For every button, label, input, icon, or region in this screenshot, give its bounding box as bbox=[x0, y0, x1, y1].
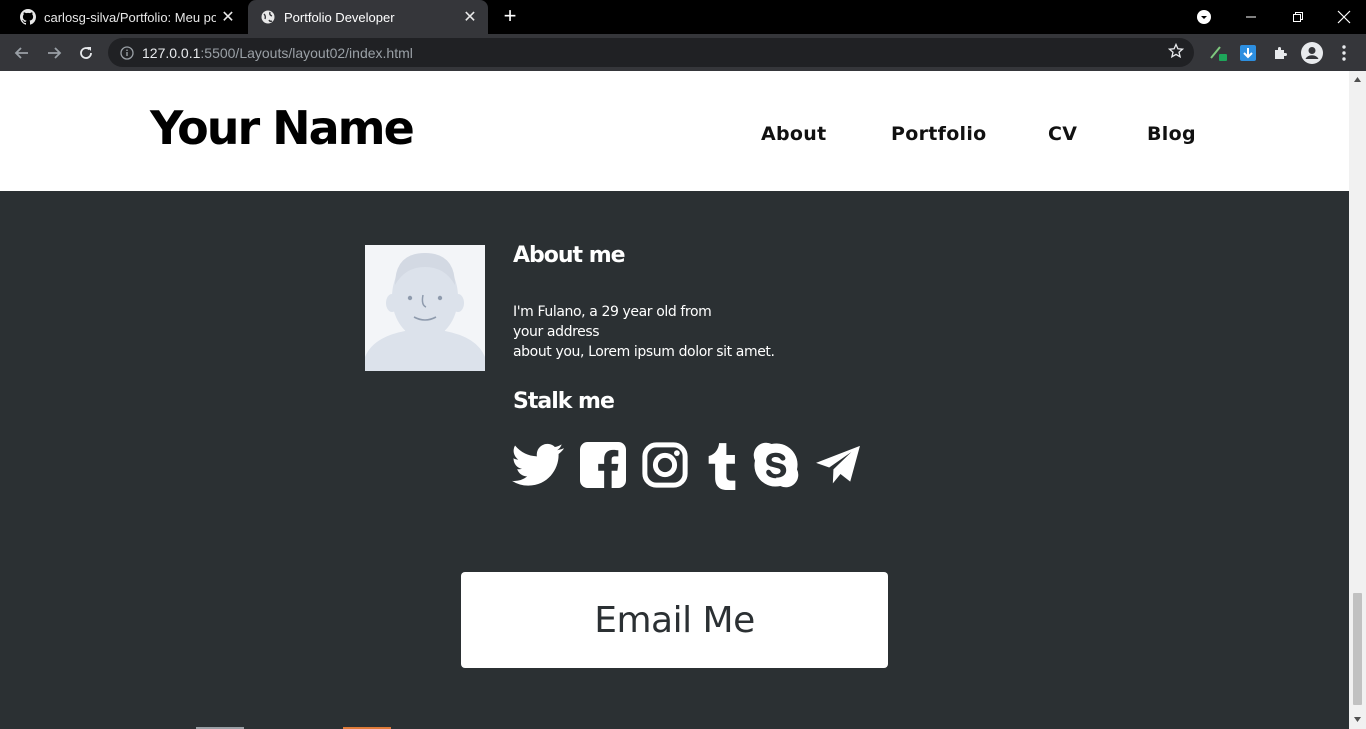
bookmark-star-icon[interactable] bbox=[1167, 42, 1185, 62]
profile-avatar-icon[interactable] bbox=[1300, 41, 1324, 65]
tab-portfolio-developer[interactable]: Portfolio Developer ✕ bbox=[248, 0, 488, 34]
profile-avatar-image bbox=[365, 245, 485, 371]
github-icon bbox=[20, 9, 36, 25]
scrollbar-thumb[interactable] bbox=[1353, 593, 1362, 705]
instagram-icon[interactable] bbox=[642, 441, 688, 489]
about-text: I'm Fulano, a 29 year old from your addr… bbox=[513, 302, 775, 362]
browser-toolbar: 127.0.0.1:5500/Layouts/layout02/index.ht… bbox=[0, 34, 1366, 71]
site-title[interactable]: Your Name bbox=[150, 101, 415, 155]
minimize-icon[interactable] bbox=[1238, 0, 1264, 34]
address-bar[interactable]: 127.0.0.1:5500/Layouts/layout02/index.ht… bbox=[108, 38, 1194, 67]
skype-icon[interactable] bbox=[752, 441, 800, 489]
about-heading: About me bbox=[513, 243, 626, 268]
nav-link-about[interactable]: About bbox=[761, 123, 826, 145]
browser-tab-bar: carlosg-silva/Portfolio: Meu portf ✕ Por… bbox=[0, 0, 1366, 34]
tab-github[interactable]: carlosg-silva/Portfolio: Meu portf ✕ bbox=[8, 0, 246, 34]
reload-icon[interactable] bbox=[73, 40, 99, 66]
site-info-icon[interactable] bbox=[120, 45, 134, 60]
tab-title: Portfolio Developer bbox=[284, 9, 395, 25]
window-close-icon[interactable] bbox=[1331, 0, 1357, 34]
browser-menu-icon[interactable] bbox=[1332, 41, 1356, 65]
url-path: :5500/Layouts/layout02/index.html bbox=[200, 44, 413, 61]
site-header: Your Name About Portfolio CV Blog bbox=[0, 71, 1349, 191]
about-line: about you, Lorem ipsum dolor sit amet. bbox=[513, 344, 775, 360]
page-scrollbar[interactable] bbox=[1349, 71, 1366, 729]
url-host: 127.0.0.1 bbox=[142, 44, 201, 61]
tab-title: carlosg-silva/Portfolio: Meu portf bbox=[44, 9, 216, 25]
globe-icon bbox=[260, 9, 276, 25]
new-tab-button[interactable]: + bbox=[498, 5, 522, 29]
download-extension-icon[interactable] bbox=[1236, 41, 1260, 65]
tab-search-icon[interactable] bbox=[1196, 0, 1218, 34]
scroll-down-arrow-icon[interactable] bbox=[1353, 715, 1362, 724]
extension-pen-icon[interactable] bbox=[1206, 41, 1230, 65]
facebook-icon[interactable] bbox=[580, 441, 626, 489]
telegram-icon[interactable] bbox=[814, 441, 862, 489]
back-icon[interactable] bbox=[9, 40, 35, 66]
close-tab-icon[interactable]: ✕ bbox=[216, 5, 240, 29]
page-viewport: Your Name About Portfolio CV Blog About … bbox=[0, 71, 1349, 729]
about-line: your address bbox=[513, 324, 600, 340]
nav-link-cv[interactable]: CV bbox=[1048, 123, 1077, 145]
stalk-heading: Stalk me bbox=[513, 389, 615, 414]
scroll-up-arrow-icon[interactable] bbox=[1353, 75, 1362, 84]
about-line: I'm Fulano, a 29 year old from bbox=[513, 304, 712, 320]
nav-link-blog[interactable]: Blog bbox=[1147, 123, 1196, 145]
tumblr-icon[interactable] bbox=[704, 441, 740, 490]
close-tab-icon[interactable]: ✕ bbox=[458, 5, 482, 29]
email-me-button[interactable]: Email Me bbox=[461, 572, 888, 668]
twitter-icon[interactable] bbox=[512, 441, 564, 489]
restore-icon[interactable] bbox=[1285, 0, 1311, 34]
nav-link-portfolio[interactable]: Portfolio bbox=[891, 123, 987, 145]
forward-icon[interactable] bbox=[41, 40, 67, 66]
extensions-puzzle-icon[interactable] bbox=[1268, 41, 1292, 65]
